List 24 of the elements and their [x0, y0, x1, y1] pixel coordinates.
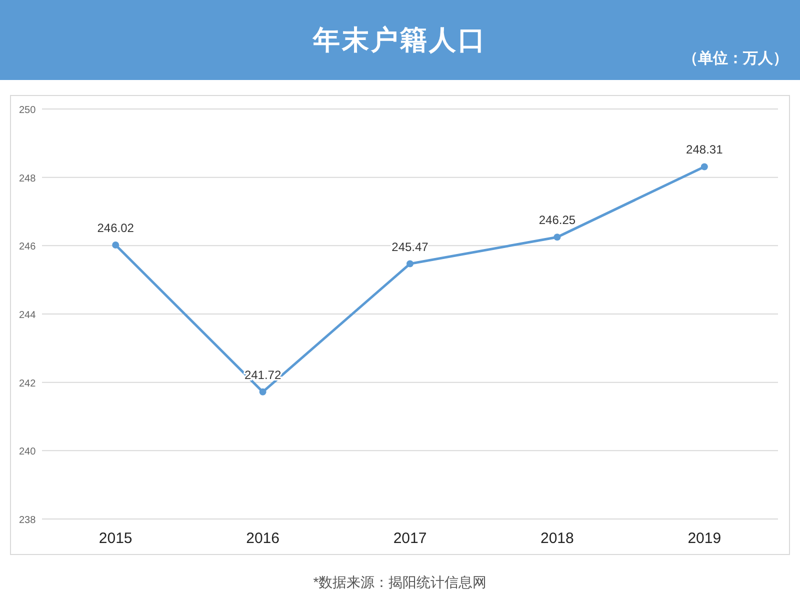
data-label: 245.47 [392, 240, 428, 254]
data-point [406, 260, 414, 268]
source-note: *数据来源：揭阳统计信息网 [313, 574, 487, 590]
y-tick-label: 250 [19, 105, 36, 116]
data-label: 246.25 [538, 213, 576, 228]
data-point [259, 388, 266, 396]
y-tick-label: 242 [19, 378, 36, 390]
x-axis-label: 2018 [540, 530, 574, 547]
data-point [700, 163, 708, 170]
x-axis-label: 2015 [98, 530, 132, 547]
y-tick-label: 240 [19, 446, 36, 458]
data-point [554, 234, 561, 241]
y-tick-label: 244 [19, 310, 36, 321]
y-tick-label: 248 [19, 173, 36, 184]
data-point [112, 241, 120, 248]
x-axis-label: 2016 [246, 530, 280, 547]
chart-title: 年末户籍人口 [313, 24, 487, 57]
unit-label: （单位：万人） [683, 48, 788, 68]
data-label: 246.02 [97, 220, 134, 235]
y-tick-label: 238 [19, 515, 36, 526]
x-axis-label: 2017 [393, 530, 427, 547]
data-label: 248.31 [686, 142, 723, 157]
x-axis-label: 2019 [688, 530, 722, 547]
y-tick-label: 246 [19, 242, 36, 253]
